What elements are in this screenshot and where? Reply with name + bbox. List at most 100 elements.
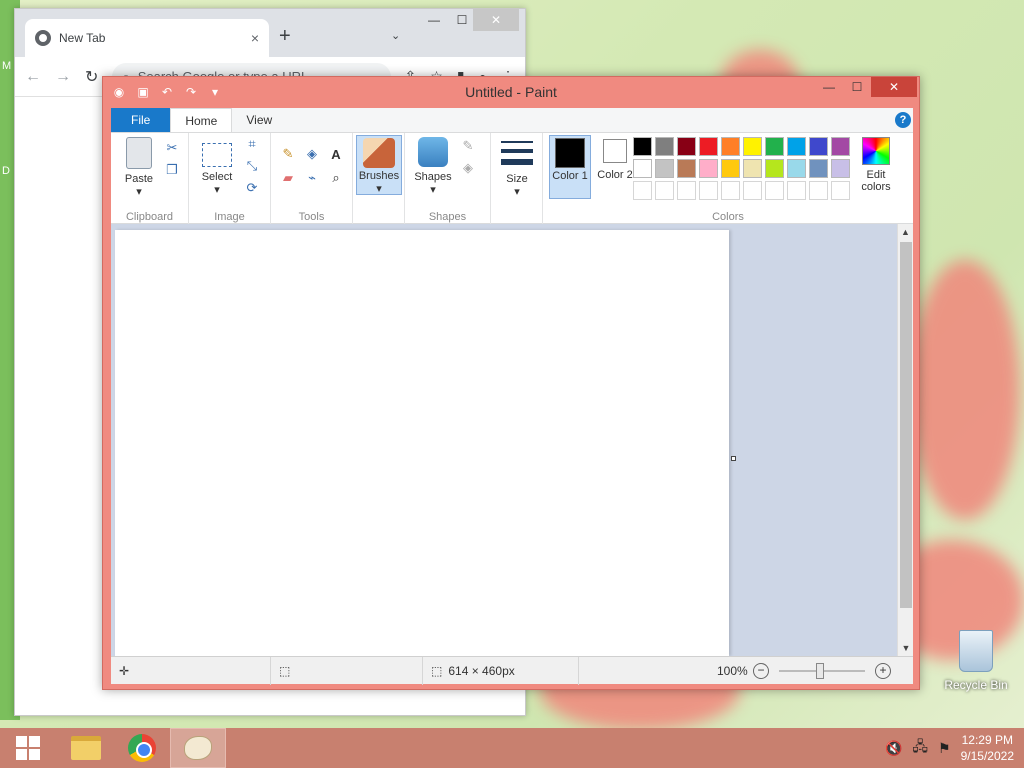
eraser-icon[interactable]: ▰ (279, 169, 297, 187)
volume-muted-icon[interactable]: 🔇 (885, 740, 902, 757)
palette-custom-swatch[interactable] (655, 181, 674, 200)
palette-custom-swatch[interactable] (809, 181, 828, 200)
scrollbar-thumb[interactable] (900, 242, 912, 608)
cut-icon[interactable]: ✂ (163, 139, 181, 157)
taskbar-file-explorer[interactable] (58, 728, 114, 768)
pencil-icon[interactable]: ✎ (279, 145, 297, 163)
outline-icon[interactable]: ✎ (459, 137, 477, 155)
palette-custom-swatch[interactable] (633, 181, 652, 200)
palette-color-swatch[interactable] (655, 137, 674, 156)
palette-custom-swatch[interactable] (699, 181, 718, 200)
palette-custom-swatch[interactable] (765, 181, 784, 200)
paint-maximize-button[interactable]: ☐ (843, 77, 871, 97)
recycle-bin-icon (959, 630, 993, 672)
group-brushes: Brushes ▾ (353, 133, 405, 225)
palette-color-swatch[interactable] (831, 159, 850, 178)
palette-custom-swatch[interactable] (743, 181, 762, 200)
palette-color-swatch[interactable] (633, 159, 652, 178)
palette-color-swatch[interactable] (787, 137, 806, 156)
fill-bucket-icon[interactable]: ◈ (303, 145, 321, 163)
paste-button[interactable]: Paste ▾ (119, 137, 159, 198)
palette-color-swatch[interactable] (809, 159, 828, 178)
shapes-button[interactable]: Shapes ▾ (411, 137, 455, 196)
new-tab-button[interactable]: + (279, 25, 291, 48)
resize-icon[interactable]: ⤡ (243, 157, 261, 175)
action-center-flag-icon[interactable]: ⚑ (938, 740, 951, 757)
palette-color-swatch[interactable] (721, 137, 740, 156)
taskbar-chrome[interactable] (114, 728, 170, 768)
zoom-slider-thumb[interactable] (816, 663, 824, 679)
palette-color-swatch[interactable] (655, 159, 674, 178)
color2-button[interactable]: Color 2 (595, 137, 635, 181)
vertical-scrollbar[interactable]: ▲ ▼ (897, 224, 913, 656)
palette-color-swatch[interactable] (831, 137, 850, 156)
palette-custom-swatch[interactable] (831, 181, 850, 200)
size-button[interactable]: Size ▾ (497, 137, 537, 198)
paint-titlebar[interactable]: ◉ ▣ ↶ ↷ ▾ Untitled - Paint — ☐ ✕ (103, 77, 919, 107)
back-icon[interactable]: ← (25, 68, 41, 86)
scroll-up-icon[interactable]: ▲ (898, 224, 913, 240)
drawing-canvas[interactable] (115, 230, 729, 656)
tab-file[interactable]: File (111, 108, 171, 132)
palette-color-swatch[interactable] (677, 159, 696, 178)
brushes-button[interactable]: Brushes ▾ (356, 135, 402, 195)
edit-colors-button[interactable]: Edit colors (851, 137, 901, 193)
fill-icon[interactable]: ◈ (459, 159, 477, 177)
recycle-bin[interactable]: Recycle Bin (940, 630, 1012, 692)
copy-icon[interactable]: ❐ (163, 161, 181, 179)
palette-color-swatch[interactable] (765, 137, 784, 156)
tab-home[interactable]: Home (170, 108, 233, 132)
select-label: Select (201, 171, 233, 183)
color-picker-icon[interactable]: ⌁ (303, 169, 321, 187)
tab-view[interactable]: View (232, 108, 286, 132)
paint-window[interactable]: ◉ ▣ ↶ ↷ ▾ Untitled - Paint — ☐ ✕ File Ho… (102, 76, 920, 690)
taskbar-paint[interactable] (170, 728, 226, 768)
palette-custom-swatch[interactable] (677, 181, 696, 200)
palette-color-swatch[interactable] (721, 159, 740, 178)
rotate-icon[interactable]: ⟳ (243, 179, 261, 197)
paste-label: Paste (124, 173, 154, 185)
reload-icon[interactable]: ↻ (85, 67, 98, 87)
system-tray: 🔇 🖧 ⚑ 12:29 PM 9/15/2022 (885, 728, 1014, 768)
tab-search-icon[interactable]: ⌄ (391, 29, 400, 42)
palette-color-swatch[interactable] (787, 159, 806, 178)
group-label-tools: Tools (298, 211, 325, 223)
select-button[interactable]: Select ▾ (197, 137, 237, 196)
palette-color-swatch[interactable] (809, 137, 828, 156)
color1-label: Color 1 (552, 170, 588, 182)
palette-color-swatch[interactable] (699, 159, 718, 178)
tab-close-icon[interactable]: × (251, 30, 259, 46)
palette-color-swatch[interactable] (633, 137, 652, 156)
clock[interactable]: 12:29 PM 9/15/2022 (961, 732, 1014, 764)
chrome-tab-new-tab[interactable]: New Tab × (25, 19, 269, 57)
palette-color-swatch[interactable] (677, 137, 696, 156)
palette-color-swatch[interactable] (743, 159, 762, 178)
palette-custom-swatch[interactable] (721, 181, 740, 200)
scroll-down-icon[interactable]: ▼ (898, 640, 914, 656)
clipboard-icon (126, 137, 152, 169)
paint-close-button[interactable]: ✕ (871, 77, 917, 97)
palette-color-swatch[interactable] (765, 159, 784, 178)
desktop-icon-fragment[interactable]: D (2, 165, 10, 177)
chrome-close-button[interactable]: ✕ (473, 9, 519, 31)
canvas-resize-handle[interactable] (731, 456, 736, 461)
help-icon[interactable]: ? (895, 112, 911, 128)
text-icon[interactable]: A (327, 145, 345, 163)
magnifier-icon[interactable]: ⌕ (327, 169, 345, 187)
crop-icon[interactable]: ⌗ (243, 135, 261, 153)
group-shapes: Shapes ▾ ✎ ◈ Shapes (405, 133, 491, 225)
zoom-out-button[interactable]: − (753, 663, 769, 679)
palette-custom-swatch[interactable] (787, 181, 806, 200)
forward-icon[interactable]: → (55, 68, 71, 86)
paint-minimize-button[interactable]: — (815, 77, 843, 97)
desktop-icon-fragment[interactable]: M (2, 60, 11, 72)
group-image: Select ▾ ⌗ ⤡ ⟳ Image (189, 133, 271, 225)
color1-button[interactable]: Color 1 (549, 135, 591, 199)
paint-icon (184, 736, 212, 760)
palette-color-swatch[interactable] (699, 137, 718, 156)
network-icon[interactable]: 🖧 (912, 736, 928, 760)
start-button[interactable] (0, 728, 56, 768)
shapes-icon (418, 137, 448, 167)
zoom-in-button[interactable]: + (875, 663, 891, 679)
palette-color-swatch[interactable] (743, 137, 762, 156)
